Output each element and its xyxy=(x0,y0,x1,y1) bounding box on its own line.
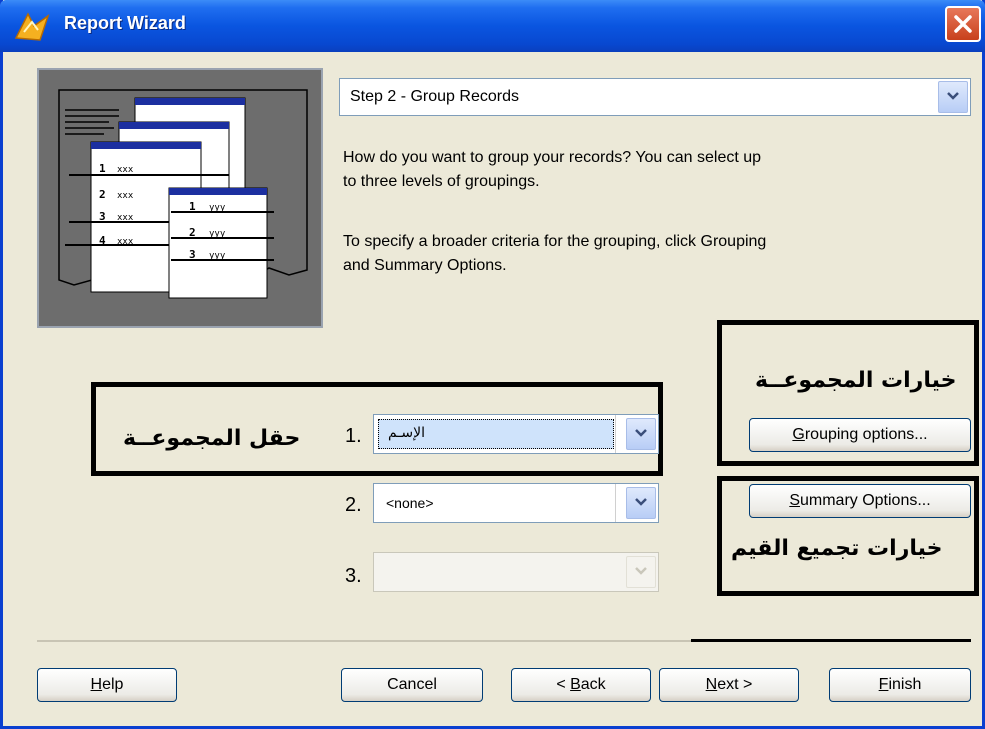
finish-button[interactable]: Finish xyxy=(829,668,971,702)
instruction-text-2: To specify a broader criteria for the gr… xyxy=(343,230,943,278)
group-field-annotation: حقل المجموعــة xyxy=(123,426,301,451)
accelerator-key: B xyxy=(570,676,581,693)
next-button[interactable]: Next > xyxy=(659,668,799,702)
step-dropdown-button[interactable] xyxy=(938,81,968,113)
step-preview-image: 1 2 3 4 xxx xxx xxx xxx 1 2 3 yyy yyy yy… xyxy=(37,68,323,328)
group-level-1-value: الإسـم xyxy=(388,425,426,441)
button-label: rouping options... xyxy=(804,426,928,443)
report-wizard-icon xyxy=(14,12,50,41)
step-dropdown-value: Step 2 - Group Records xyxy=(350,88,519,105)
group-level-3-number: 3. xyxy=(345,565,362,587)
accelerator-key: S xyxy=(789,492,800,509)
group-level-1-number: 1. xyxy=(345,425,362,447)
group-level-2-number: 2. xyxy=(345,494,362,516)
preview-cell: xxx xyxy=(117,191,134,201)
group-level-1-combo[interactable]: الإسـم xyxy=(373,414,659,454)
button-prefix: < xyxy=(556,676,571,693)
help-button[interactable]: Help xyxy=(37,668,177,702)
preview-row-2: 2 xyxy=(189,226,196,239)
preview-cell: xxx xyxy=(117,213,134,223)
close-button[interactable] xyxy=(945,6,981,42)
instruction-text-1: How do you want to group your records? Y… xyxy=(343,146,943,194)
chevron-down-icon xyxy=(635,429,647,437)
accelerator-key: H xyxy=(90,676,103,693)
footer-divider-overlay xyxy=(691,639,971,642)
preview-row-1: 1 xyxy=(99,162,106,175)
button-label: Cancel xyxy=(387,676,437,693)
button-label: inish xyxy=(888,676,922,693)
preview-row-3: 3 xyxy=(189,248,196,261)
preview-row-4: 4 xyxy=(99,234,106,247)
accelerator-key: N xyxy=(705,676,718,693)
preview-cell: yyy xyxy=(209,203,226,213)
instruction-line: to three levels of groupings. xyxy=(343,173,540,190)
button-label: ext > xyxy=(717,676,753,693)
accelerator-key: F xyxy=(878,676,889,693)
summary-options-button[interactable]: Summary Options... xyxy=(749,484,971,518)
group-level-2-dropdown-button[interactable] xyxy=(626,487,656,519)
grouped-report-illustration: 1 2 3 4 xxx xxx xxx xxx 1 2 3 yyy yyy yy… xyxy=(58,89,308,299)
button-label: ack xyxy=(580,676,606,693)
grouping-options-annotation: خيارات المجموعــة xyxy=(755,368,957,393)
preview-row-3: 3 xyxy=(99,210,106,223)
step-dropdown[interactable]: Step 2 - Group Records xyxy=(339,78,971,116)
group-level-3-dropdown-button[interactable] xyxy=(626,556,656,588)
combo-separator xyxy=(615,415,616,453)
preview-cell: yyy xyxy=(209,251,226,261)
preview-row-2: 2 xyxy=(99,188,106,201)
back-button[interactable]: < Back xyxy=(511,668,651,702)
summary-options-annotation: خيارات تجميع القيم xyxy=(731,536,943,561)
group-level-2-value: <none> xyxy=(386,495,434,511)
preview-cell: xxx xyxy=(117,165,134,175)
cancel-button[interactable]: Cancel xyxy=(341,668,483,702)
preview-row-1: 1 xyxy=(189,200,196,213)
title-bar[interactable]: Report Wizard xyxy=(0,0,985,52)
chevron-down-icon xyxy=(635,567,647,575)
button-label: ummary Options... xyxy=(799,492,931,509)
close-icon xyxy=(954,15,972,33)
group-level-1-dropdown-button[interactable] xyxy=(626,418,656,450)
group-level-3-combo[interactable] xyxy=(373,552,659,592)
group-level-2-combo[interactable]: <none> xyxy=(373,483,659,523)
window-title: Report Wizard xyxy=(64,13,186,33)
grouping-options-button[interactable]: Grouping options... xyxy=(749,418,971,452)
chevron-down-icon xyxy=(947,92,959,100)
instruction-line: To specify a broader criteria for the gr… xyxy=(343,233,767,250)
preview-cell: yyy xyxy=(209,229,226,239)
button-label: elp xyxy=(102,676,124,693)
accelerator-key: G xyxy=(792,426,805,443)
preview-cell: xxx xyxy=(117,237,134,247)
instruction-line: and Summary Options. xyxy=(343,257,507,274)
combo-separator xyxy=(615,484,616,522)
instruction-line: How do you want to group your records? Y… xyxy=(343,149,762,166)
chevron-down-icon xyxy=(635,498,647,506)
report-wizard-dialog: Report Wizard 1 2 3 4 xxx xxx xxx xxx 1 … xyxy=(0,0,985,729)
